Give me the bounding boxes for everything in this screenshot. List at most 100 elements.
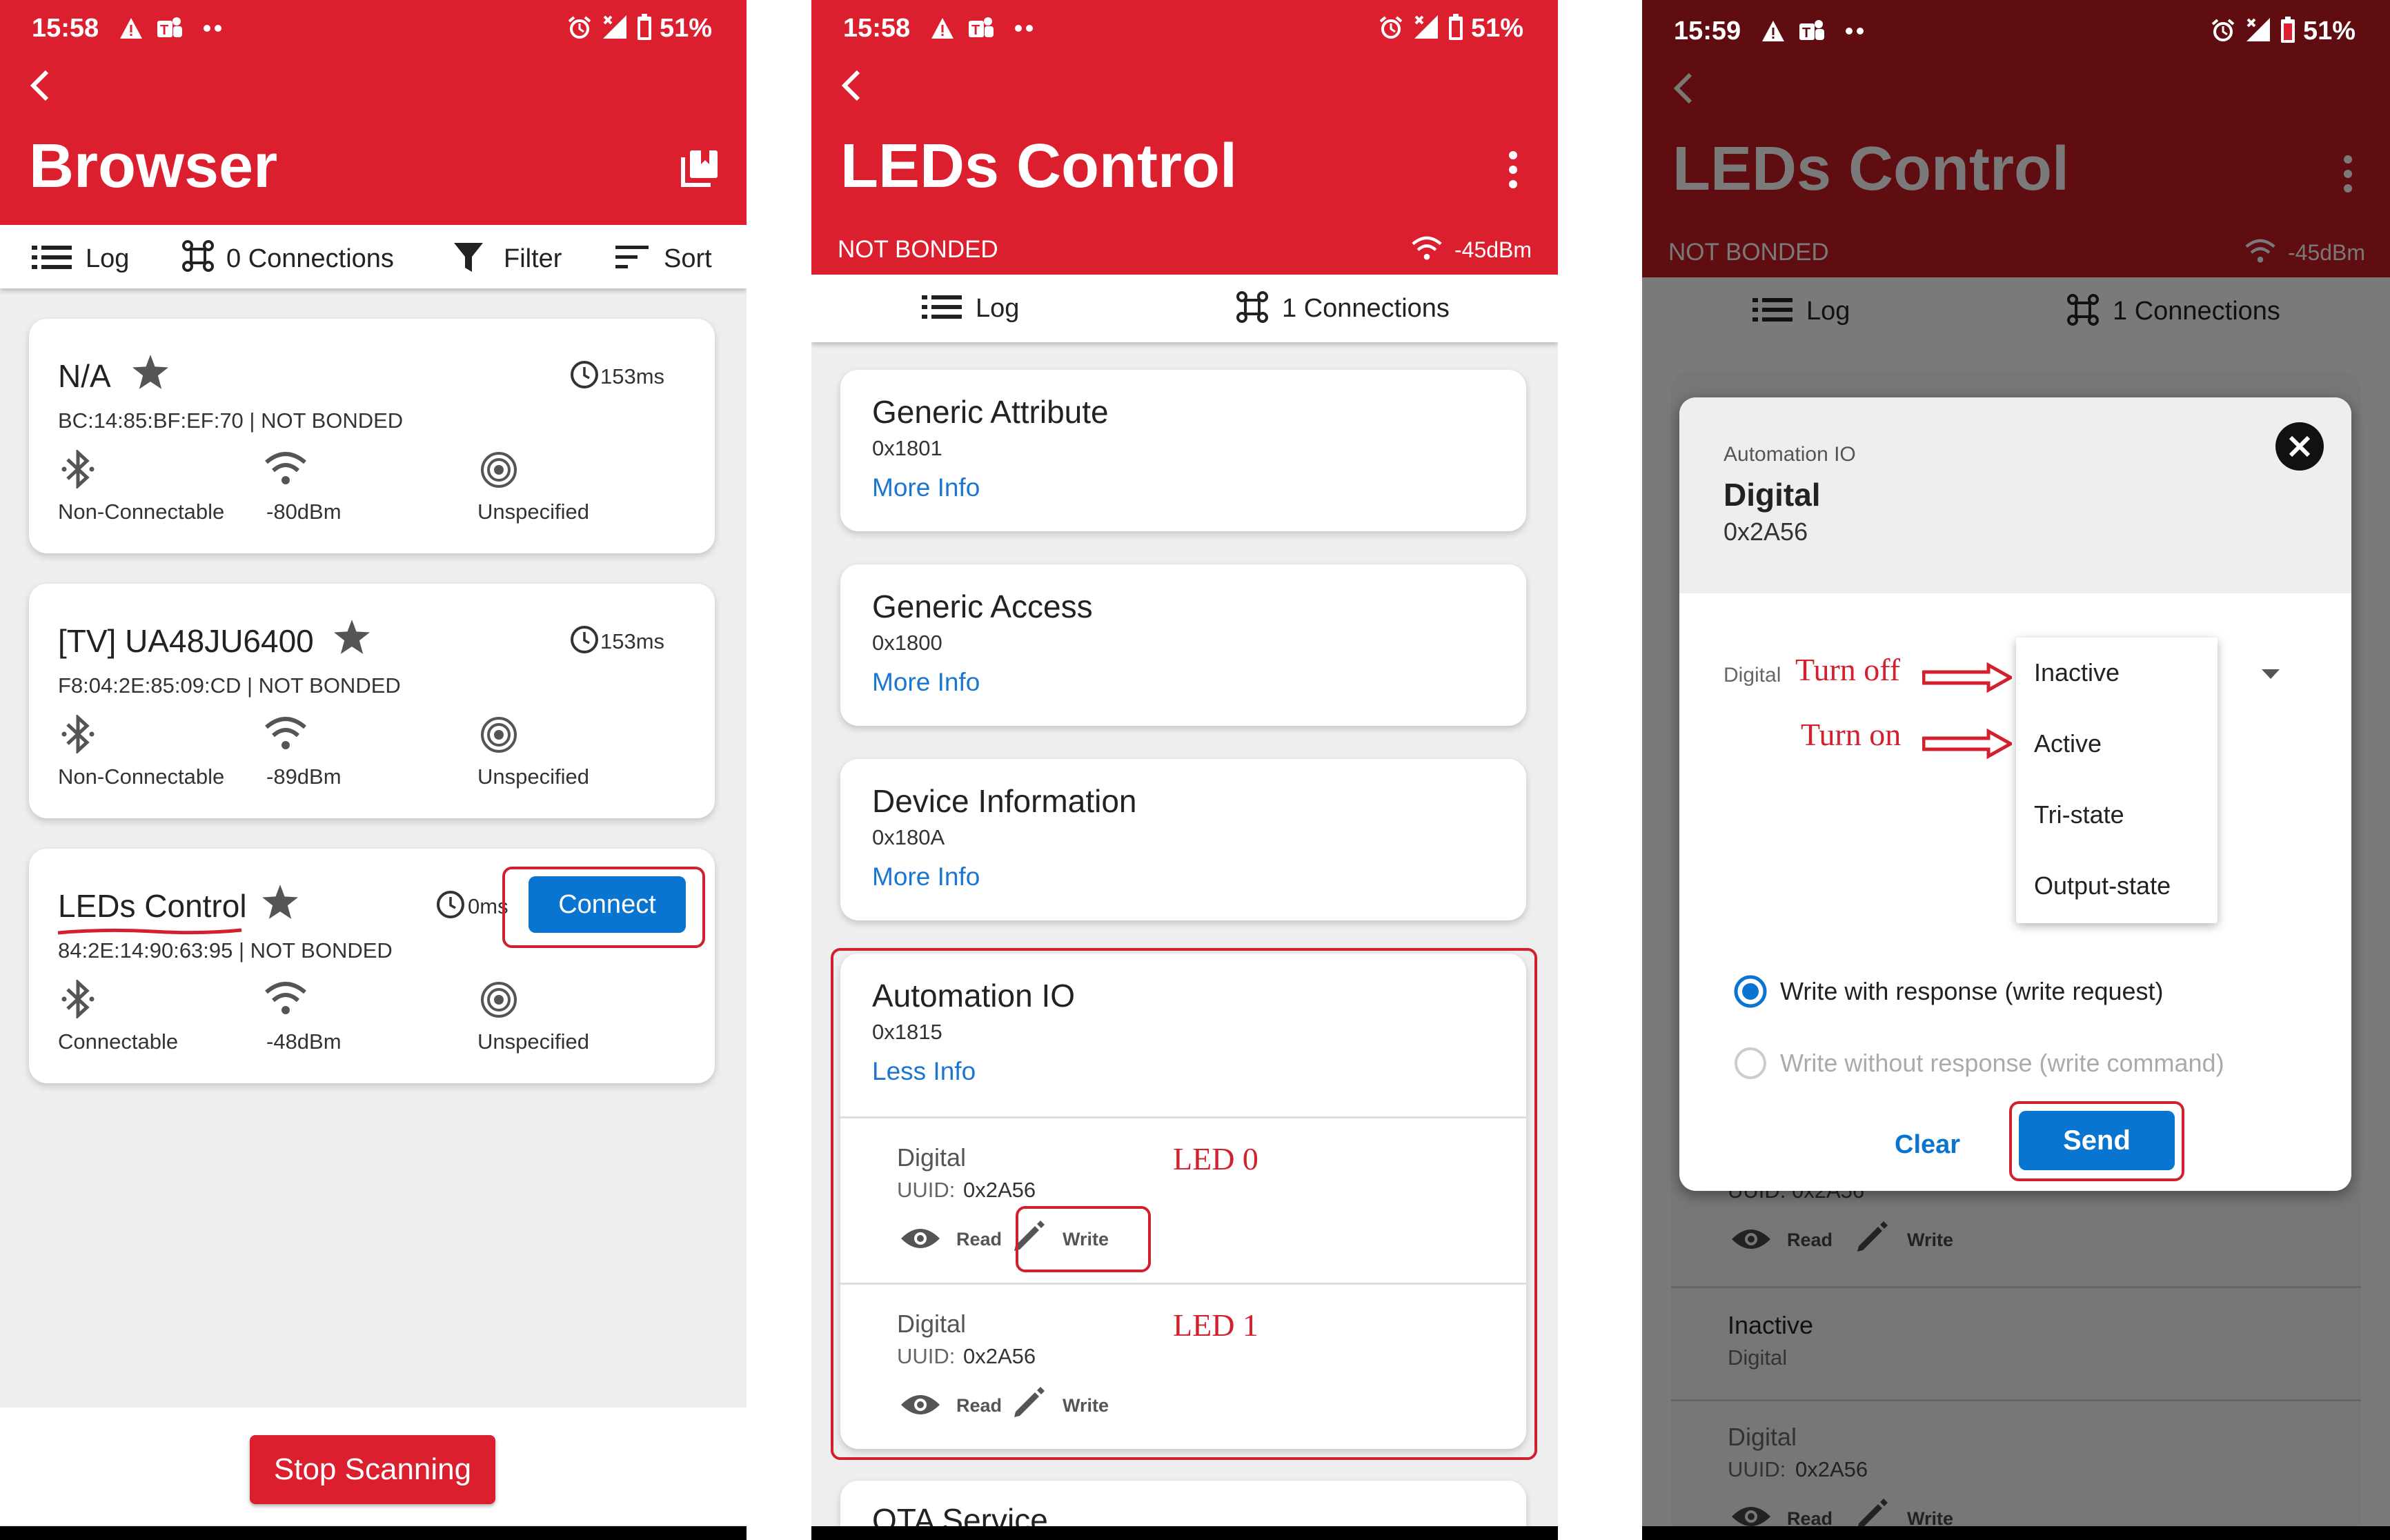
wifi-icon [1410,236,1443,264]
teams-icon: T [156,15,184,45]
service-name: Generic Access [872,589,1093,624]
radio-selected-icon[interactable] [1733,974,1768,1012]
service-card[interactable]: Generic Attribute 0x1801 More Info [840,370,1526,531]
star-icon[interactable] [334,620,370,658]
device-name: LEDs Control [58,888,247,924]
arrow-annotation [1922,662,2012,693]
more-info-link[interactable]: More Info [872,473,980,502]
app-bar: 15:59 T 51% LEDs Control NOT BONDED -45d… [1642,0,2390,277]
star-icon[interactable] [262,885,298,922]
nav-bar [1642,1526,2390,1540]
underline-annotation [57,928,242,935]
filter-icon [453,241,484,277]
sort-icon [615,246,649,273]
highlight-box [502,867,705,948]
bottom-bar: Stop Scanning [0,1408,747,1525]
clear-button[interactable]: Clear [1895,1130,1960,1160]
more-info-link[interactable]: More Info [872,862,980,891]
tab-connections[interactable]: 1 Connections [1282,294,1450,324]
connections-icon [2067,294,2099,329]
back-arrow-icon[interactable] [28,69,52,106]
radio-write-with-response[interactable]: Write with response (write request) [1780,977,2164,1006]
tab-filter[interactable]: Filter [504,244,562,274]
highlight-box [1016,1206,1151,1272]
interval: 153ms [600,364,665,388]
bookmarks-icon[interactable] [680,148,720,191]
chevron-down-icon[interactable] [2260,668,2281,684]
alarm-icon [567,15,592,43]
close-icon[interactable] [2274,421,2325,475]
bluetooth-icon [61,448,95,492]
device-card[interactable]: N/A 153ms BC:14:85:BF:EF:70 | NOT BONDED… [29,319,715,553]
connections-icon [182,240,214,275]
device-type: Unspecified [477,500,589,524]
bluetooth-icon [61,713,95,757]
back-arrow-icon [1671,72,1696,108]
dialog-uuid: 0x2A56 [1724,517,1808,546]
device-name: [TV] UA48JU6400 [58,623,314,659]
warning-icon [1761,19,1786,46]
option-output-state[interactable]: Output-state [2034,871,2171,900]
page-title: Browser [29,132,278,201]
battery-percent: 51% [1471,14,1524,43]
tab-log[interactable]: Log [976,294,1019,324]
status-time: 15:58 [843,14,911,43]
more-info-link[interactable]: More Info [872,668,980,697]
value-subtext: Digital [1728,1345,1788,1370]
read-button: Read [1787,1230,1833,1250]
device-info: F8:04:2E:85:09:CD | NOT BONDED [58,673,401,698]
pencil-icon [1855,1218,1890,1258]
bluetooth-icon [61,978,95,1022]
wifi-icon [264,981,308,1019]
signal-icon [2244,17,2271,46]
tab-connections[interactable]: 0 Connections [226,244,394,274]
battery-percent: 51% [660,14,713,43]
service-card[interactable]: Device Information 0x180A More Info [840,759,1526,920]
battery-percent: 51% [2303,17,2356,46]
warning-icon [119,17,144,43]
toolbar: Log 0 Connections Filter Sort [0,225,747,288]
teams-icon: T [967,15,995,45]
write-dialog: Automation IO Digital 0x2A56 Digital Tur… [1679,397,2351,1191]
page-title: LEDs Control [1672,135,2069,204]
list-icon [1752,298,1792,325]
device-name: N/A [58,358,111,394]
device-card[interactable]: [TV] UA48JU6400 153ms F8:04:2E:85:09:CD … [29,584,715,818]
beacon-icon [480,716,517,757]
service-name: Generic Attribute [872,394,1109,430]
back-arrow-icon[interactable] [839,69,864,106]
option-inactive[interactable]: Inactive [2034,658,2120,687]
option-tri-state[interactable]: Tri-state [2034,800,2124,829]
highlight-box [831,948,1537,1460]
radio-unselected-icon[interactable] [1733,1046,1768,1084]
turn-off-annotation: Turn off [1795,652,1901,687]
tab-log[interactable]: Log [86,244,129,274]
page-title: LEDs Control [840,132,1237,201]
radio-write-without-response[interactable]: Write without response (write command) [1780,1049,2224,1078]
app-bar: 15:58 T 51% Browser [0,0,747,225]
connectable-label: Non-Connectable [58,764,225,789]
write-button: Write [1907,1230,1954,1250]
more-notifications-icon [1014,23,1035,36]
wifi-icon [264,451,308,489]
stop-scanning-button[interactable]: Stop Scanning [250,1435,495,1504]
clock-icon [436,890,465,922]
beacon-icon [480,981,517,1022]
teams-icon: T [1798,18,1826,48]
device-type: Unspecified [477,1029,589,1054]
eye-icon [1730,1225,1772,1256]
leds-control-screen: 15:58 T 51% LEDs Control NOT BONDED -45d… [811,0,1558,1540]
star-icon[interactable] [132,355,168,393]
device-info: BC:14:85:BF:EF:70 | NOT BONDED [58,408,404,433]
more-notifications-icon [1845,26,1866,39]
bond-state: NOT BONDED [1668,239,1829,266]
divider [1671,1399,2361,1401]
connectable-label: Connectable [58,1029,179,1054]
overflow-menu-icon[interactable] [1508,150,1518,192]
beacon-icon [480,451,517,492]
tab-sort[interactable]: Sort [664,244,712,274]
warning-icon [930,17,955,43]
service-card[interactable]: Generic Access 0x1800 More Info [840,564,1526,726]
device-info: 84:2E:14:90:63:95 | NOT BONDED [58,938,393,962]
option-active[interactable]: Active [2034,729,2102,758]
